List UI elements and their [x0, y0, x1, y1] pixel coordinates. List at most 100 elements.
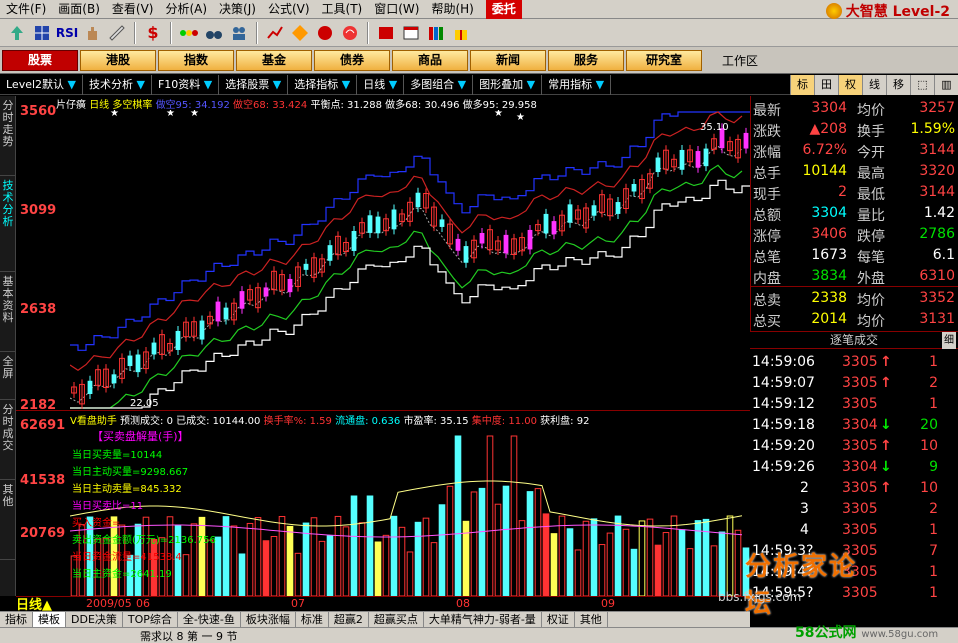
grid-icon[interactable]: [31, 22, 53, 44]
sub-toolbar-item-2[interactable]: F10资料 ▼: [152, 74, 220, 95]
books-icon[interactable]: [425, 22, 447, 44]
indicator-tab-8[interactable]: 超赢买点: [369, 612, 424, 627]
red-box-icon[interactable]: [375, 22, 397, 44]
volume-bar: [182, 554, 190, 596]
menu-item-0[interactable]: 文件(F): [0, 0, 52, 19]
indicator-tab-5[interactable]: 板块涨幅: [241, 612, 296, 627]
menu-item-3[interactable]: 分析(A): [159, 0, 213, 19]
volume-bar: [686, 548, 694, 596]
menu-item-2[interactable]: 查看(V): [106, 0, 160, 19]
left-tab-char: 他: [2, 495, 14, 508]
right-tab-0[interactable]: 标: [790, 75, 814, 95]
quote-row: 总卖 2338 均价 3352: [751, 288, 958, 309]
section-bar: 股票 港股 指数 基金 债券 商品 新闻 服务 研究室 工作区: [0, 47, 958, 74]
quote-row: 总笔 1673 每笔 6.1: [751, 245, 958, 266]
indicator-tab-3[interactable]: TOP综合: [123, 612, 178, 627]
dollar-icon[interactable]: $: [142, 22, 164, 44]
quote-value: 2338: [811, 290, 847, 306]
quote-value: 6310: [919, 268, 955, 284]
section-button-7[interactable]: 服务: [548, 49, 624, 71]
menu-item-4[interactable]: 决策(J): [213, 0, 262, 19]
triangle-icon: ▲: [42, 598, 53, 613]
section-button-8[interactable]: 研究室: [626, 49, 702, 71]
swirl-icon[interactable]: [339, 22, 361, 44]
left-tab-0[interactable]: 分时走势: [0, 96, 16, 176]
sub-toolbar-item-6[interactable]: 多图组合 ▼: [404, 74, 474, 95]
indicator-tab-11[interactable]: 其他: [575, 612, 608, 627]
sub-item-label: Level2默认: [6, 77, 65, 91]
trend-icon[interactable]: [264, 22, 286, 44]
volume-bar: [342, 526, 350, 596]
section-button-0[interactable]: 股票: [2, 49, 78, 71]
section-button-1[interactable]: 港股: [80, 49, 156, 71]
volume-bar: [286, 525, 294, 596]
right-tab-5[interactable]: ⬚: [910, 75, 934, 95]
indicator-tab-1[interactable]: 模板: [33, 612, 66, 627]
section-button-3[interactable]: 基金: [236, 49, 312, 71]
people-icon[interactable]: [228, 22, 250, 44]
tick-volume: 1: [929, 564, 938, 580]
workzone-label[interactable]: 工作区: [722, 52, 758, 69]
sub-toolbar-item-1[interactable]: 技术分析 ▼: [83, 74, 152, 95]
left-tab-1[interactable]: 技术分析: [0, 176, 16, 272]
indicator-tab-6[interactable]: 标准: [296, 612, 329, 627]
volume-chart[interactable]: [70, 426, 750, 596]
left-tab-5[interactable]: 其他: [0, 480, 16, 560]
toolbar-separator: [170, 21, 172, 44]
tick-time: 14:59:12: [752, 396, 815, 412]
candle-body: [695, 151, 701, 168]
indicator-tab-0[interactable]: 指标: [0, 612, 33, 627]
right-tab-2[interactable]: 权: [838, 75, 862, 95]
diamond-icon[interactable]: [289, 22, 311, 44]
traffic-icon[interactable]: [178, 22, 200, 44]
window-icon[interactable]: [400, 22, 422, 44]
date-label-1: 06: [136, 597, 150, 610]
left-tab-2[interactable]: 基本资料: [0, 272, 16, 352]
watermark-text: 分析家论坛: [745, 552, 858, 619]
left-tab-3[interactable]: 全屏: [0, 352, 16, 400]
right-tab-4[interactable]: 移: [886, 75, 910, 95]
menu-item-6[interactable]: 工具(T): [316, 0, 369, 19]
red-circle-icon[interactable]: [314, 22, 336, 44]
sub-toolbar-item-0[interactable]: Level2默认 ▼: [0, 74, 84, 95]
section-button-5[interactable]: 商品: [392, 49, 468, 71]
indicator-tab-4[interactable]: 全-快速-鱼: [178, 612, 241, 627]
fine-button[interactable]: 细: [942, 332, 956, 349]
candlestick-chart[interactable]: 35.10 22.05 ★ ★ ★ ★ ★: [70, 110, 750, 410]
hand-icon[interactable]: [81, 22, 103, 44]
sub-toolbar-item-7[interactable]: 图形叠加 ▼: [473, 74, 543, 95]
overlay-line-0: 当日买卖量=10144: [72, 450, 163, 461]
ruler-icon[interactable]: [106, 22, 128, 44]
menu-item-5[interactable]: 公式(V): [262, 0, 316, 19]
up-arrow-icon[interactable]: [6, 22, 28, 44]
menu-item-8[interactable]: 帮助(H): [425, 0, 479, 19]
entrust-button[interactable]: 委托: [485, 0, 522, 19]
indicator-tab-9[interactable]: 大单精气神力-弱者-量: [424, 612, 542, 627]
right-tab-1[interactable]: 田: [814, 75, 838, 95]
gift-icon[interactable]: [450, 22, 472, 44]
tick-volume: 9: [929, 459, 938, 475]
section-button-2[interactable]: 指数: [158, 49, 234, 71]
sub-toolbar-item-4[interactable]: 选择指标 ▼: [288, 74, 358, 95]
indicator-tab-2[interactable]: DDE决策: [66, 612, 123, 627]
right-tab-6[interactable]: ▥: [934, 75, 958, 95]
sub-item-label: 图形叠加: [479, 77, 524, 91]
menu-item-7[interactable]: 窗口(W): [368, 0, 425, 19]
sub-toolbar-item-5[interactable]: 日线 ▼: [357, 74, 405, 95]
band-line: [70, 164, 743, 409]
volume-bar: [678, 529, 686, 596]
sub-toolbar-item-3[interactable]: 选择股票 ▼: [219, 74, 289, 95]
binoculars-icon[interactable]: [203, 22, 225, 44]
section-button-6[interactable]: 新闻: [470, 49, 546, 71]
menu-item-1[interactable]: 画面(B): [52, 0, 106, 19]
volume-bar: [222, 516, 230, 596]
section-button-4[interactable]: 债券: [314, 49, 390, 71]
indicator-tab-7[interactable]: 超赢2: [329, 612, 369, 627]
sub-toolbar-item-8[interactable]: 常用指标 ▼: [542, 74, 612, 95]
left-tab-4[interactable]: 分时成交: [0, 400, 16, 480]
right-tab-3[interactable]: 线: [862, 75, 886, 95]
rsi-icon[interactable]: RSI: [56, 22, 78, 44]
toolbar-separator: [256, 21, 258, 44]
tick-price: 3305: [842, 354, 878, 370]
indicator-tab-10[interactable]: 权证: [542, 612, 575, 627]
